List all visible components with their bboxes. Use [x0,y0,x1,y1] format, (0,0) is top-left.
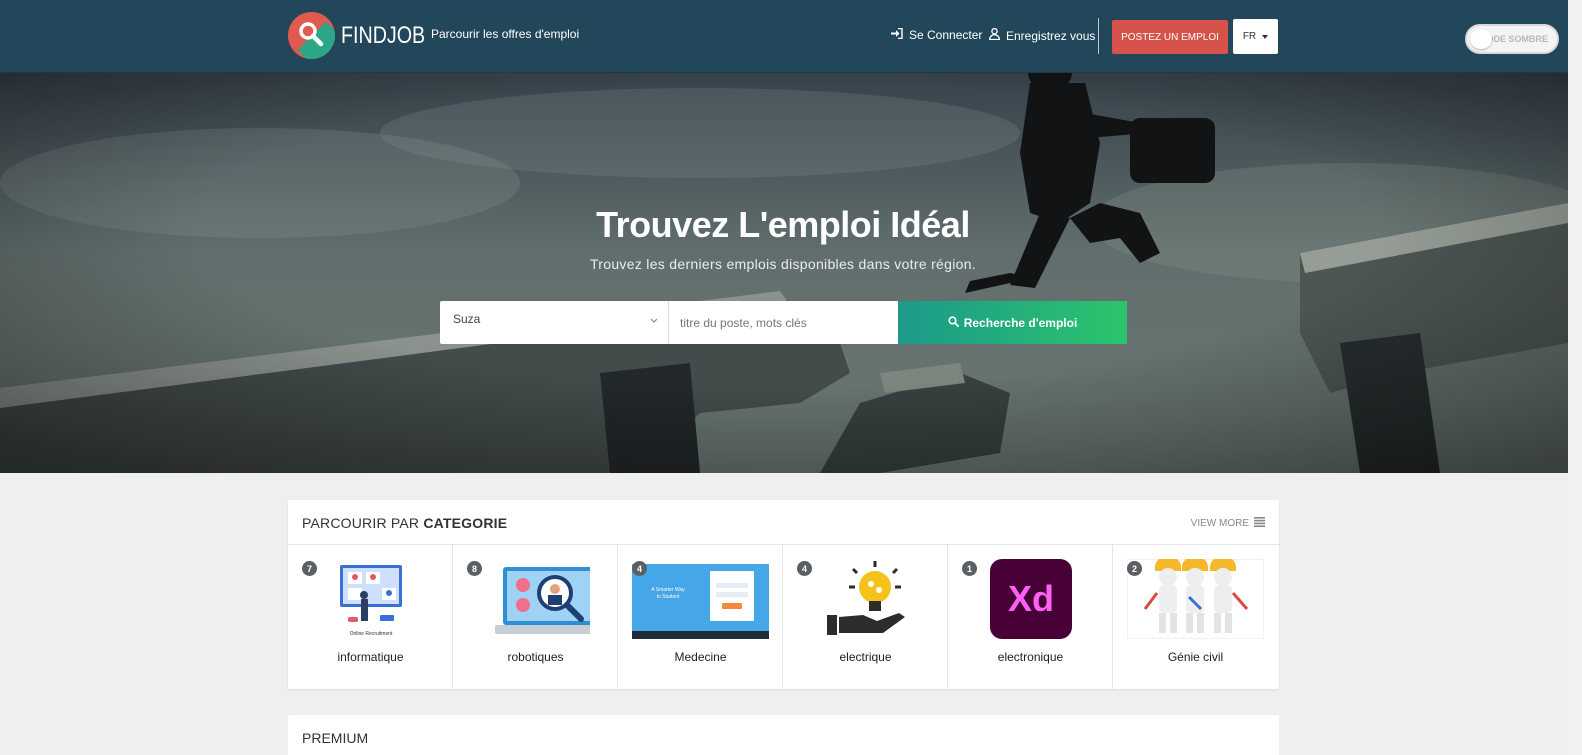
search-jobs-button[interactable]: Recherche d'emploi [898,301,1127,344]
page-scrollbar[interactable] [1568,0,1582,755]
category-panel-title: PARCOURIR PAR CATEGORIE [302,515,507,531]
category-item-robotiques[interactable]: 8 robotiques [453,545,618,689]
hero-banner: Trouvez L'emploi Idéal Trouvez les derni… [0,73,1568,473]
category-title-strong: CATEGORIE [423,515,508,531]
keyword-search-input[interactable] [669,301,898,344]
category-title-prefix: PARCOURIR PAR [302,515,420,531]
user-icon [989,27,1000,43]
svg-text:Online Recruitment: Online Recruitment [350,631,393,637]
category-count-badge: 1 [962,561,977,576]
job-search-form: Suza Recherche d'emploi [440,301,1127,344]
construction-workers-icon [1127,559,1264,639]
premium-panel: PREMIUM [288,715,1279,755]
view-more-link[interactable]: VIEW MORE [1191,517,1265,530]
category-panel-header: PARCOURIR PAR CATEGORIE VIEW MORE [288,500,1279,545]
category-grid: 7 Online Recruitment informatique 8 robo… [288,545,1279,689]
category-item-electronique[interactable]: 1 Xd electronique [948,545,1113,689]
toggle-knob [1470,29,1492,49]
caret-down-icon [1262,34,1269,39]
category-name: informatique [337,650,404,664]
post-job-button[interactable]: POSTEZ UN EMPLOI [1112,20,1228,54]
category-count-badge: 4 [797,561,812,576]
login-label: Se Connecter [909,28,983,42]
search-button-label: Recherche d'emploi [963,315,1078,330]
lightbulb-hand-icon [827,561,905,635]
chevron-down-icon [650,316,658,326]
browse-jobs-link[interactable]: Parcourir les offres d'emploi [431,27,579,41]
hero-subtitle: Trouvez les derniers emplois disponibles… [589,256,977,272]
svg-text:Xd: Xd [1008,578,1054,619]
location-value: Suza [453,312,481,326]
dark-mode-toggle[interactable]: MODE SOMBRE [1465,24,1559,54]
register-label: Enregistrez vous [1006,28,1096,43]
findjob-logo[interactable]: FINDJOB [288,12,444,59]
category-panel: PARCOURIR PAR CATEGORIE VIEW MORE 7 Onli… [288,500,1279,689]
category-count-badge: 2 [1127,561,1142,576]
category-count-badge: 4 [632,561,647,576]
premium-panel-title: PREMIUM [302,730,369,746]
category-item-informatique[interactable]: 7 Online Recruitment informatique [288,545,453,689]
category-name: electronique [997,650,1064,664]
nav-divider [1098,18,1099,54]
online-recruitment-icon: Online Recruitment [330,559,412,639]
category-item-genie-civil[interactable]: 2 Génie civil [1113,545,1278,689]
category-name: Medecine [674,650,727,664]
category-count-badge: 7 [302,561,317,576]
search-icon [948,315,959,330]
login-link[interactable]: Se Connecter [891,27,983,42]
category-item-medecine[interactable]: 4 A Smarter Way to Student Medecine [618,545,783,689]
location-select[interactable]: Suza [440,301,669,344]
register-link[interactable]: Enregistrez vous [989,27,1096,43]
sign-in-icon [891,27,903,42]
svg-text:A Smarter Way: A Smarter Way [651,587,685,593]
category-name: electrique [839,650,892,664]
view-more-label: VIEW MORE [1190,518,1249,529]
hero-title: Trouvez L'emploi Idéal [596,204,970,245]
hero-background-image [0,73,1568,473]
list-icon [1254,517,1265,530]
language-value: FR [1242,31,1257,42]
category-name: robotiques [507,650,564,664]
logo-text: FINDJOB [341,21,426,49]
category-count-badge: 8 [467,561,482,576]
svg-text:to Student: to Student [657,594,680,600]
laptop-search-icon [495,567,590,634]
top-navbar: FINDJOB Parcourir les offres d'emploi Se… [0,0,1582,73]
category-item-electrique[interactable]: 4 electrique [783,545,948,689]
language-selector[interactable]: FR [1233,19,1278,54]
magnifier-logo-icon [288,12,335,59]
adobe-xd-icon: Xd [990,559,1072,639]
website-screenshot: A Smarter Way to Student [632,559,769,639]
category-name: Génie civil [1167,650,1224,664]
